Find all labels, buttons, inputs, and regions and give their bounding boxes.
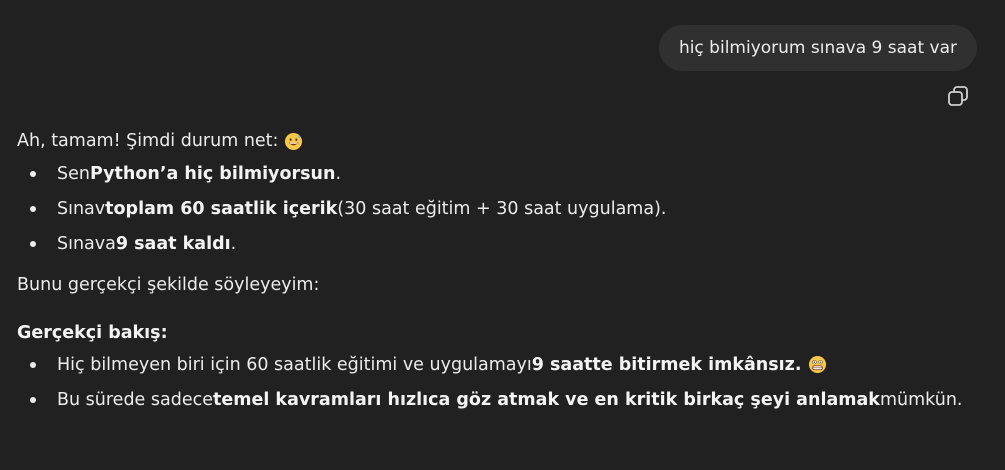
user-message-text: hiç bilmiyorum sınava 9 saat var (678, 38, 957, 58)
copy-icon (948, 86, 968, 106)
list-item-bold: Python’a hiç bilmiyorsun (89, 163, 336, 184)
list-item-text: . (230, 233, 237, 254)
list-item-text: Hiç bilmeyen biri için 60 saatlik eğitim… (57, 354, 532, 375)
list-item: Sınav toplam 60 saatlik içerik (30 saat … (17, 191, 977, 226)
realistic-list: Hiç bilmeyen biri için 60 saatlik eğitim… (17, 347, 977, 417)
list-item-text: (30 saat eğitim + 30 saat uygulama). (337, 198, 667, 219)
chat-page: hiç bilmiyorum sınava 9 saat var Ah, tam… (0, 0, 1005, 470)
list-item-text: Bu sürede sadece (57, 389, 213, 410)
list-item-text: Sen (57, 163, 90, 184)
assistant-message: Ah, tamam! Şimdi durum net: Sen Python’a… (17, 126, 977, 417)
list-item-text: Sınav (57, 198, 106, 219)
assistant-intro-text: Ah, tamam! Şimdi durum net: (17, 131, 279, 151)
list-item: Sen Python’a hiç bilmiyorsun. (17, 156, 977, 191)
user-message-bubble: hiç bilmiyorum sınava 9 saat var (658, 25, 977, 71)
list-item-bold: 9 saatte bitirmek imkânsız. (531, 354, 802, 375)
grinning-sweat-emoji (285, 132, 303, 150)
copy-button[interactable] (945, 83, 971, 109)
list-item: Bu sürede sadece temel kavramları hızlıc… (17, 382, 977, 417)
facts-list: Sen Python’a hiç bilmiyorsun. Sınav topl… (17, 156, 977, 261)
list-item: Hiç bilmeyen biri için 60 saatlik eğitim… (17, 347, 977, 382)
list-item-bold: toplam 60 saatlik içerik (105, 198, 338, 219)
list-item: Sınava 9 saat kaldı. (17, 226, 977, 261)
list-item-text: Sınava (57, 233, 116, 254)
list-item-text: mümkün. (879, 389, 963, 410)
assistant-intro: Ah, tamam! Şimdi durum net: (17, 126, 977, 156)
section-heading: Gerçekçi bakış: (17, 319, 977, 347)
realistic-intro: Bunu gerçekçi şekilde söyleyeyim: (17, 275, 320, 295)
list-item-text: . (335, 163, 342, 184)
list-item-bold: 9 saat kaldı (115, 233, 231, 254)
section-heading-text: Gerçekçi bakış: (17, 323, 168, 343)
grimacing-emoji (808, 355, 826, 374)
list-item-bold: temel kavramları hızlıca göz atmak ve en… (213, 389, 880, 410)
